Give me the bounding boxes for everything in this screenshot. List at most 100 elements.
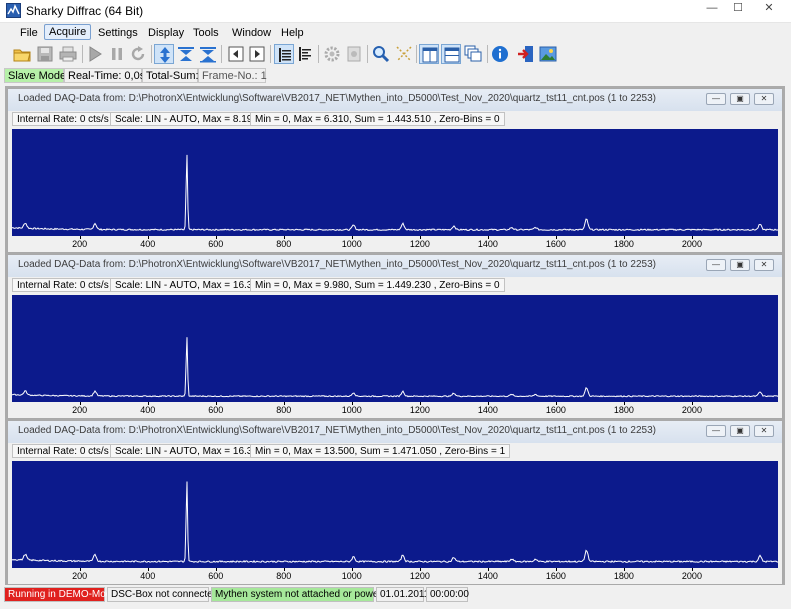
data-window-close-button[interactable]: ✕	[754, 425, 774, 437]
spectrum-trace	[12, 154, 778, 232]
x-axis-tick-label: 200	[72, 405, 88, 415]
frame-status: Frame-No.: 1	[198, 68, 267, 83]
toolbar-separator	[151, 45, 152, 63]
minimize-button[interactable]: —	[700, 0, 724, 18]
x-axis-tick-label: 1400	[477, 239, 498, 249]
x-axis-tick-label: 600	[208, 405, 224, 415]
data-window-minimize-button[interactable]: —	[706, 259, 726, 271]
menu-file[interactable]: File	[15, 26, 43, 40]
mythen-status: Mythen system not attached or powered!	[211, 587, 396, 602]
x-axis: 200 400 600 800 1000 1200 1400 1600 1800 2000	[12, 236, 778, 250]
data-window-title: Loaded DAQ-Data from: D:\PhotronX\Entwic…	[18, 425, 656, 436]
page-left-icon[interactable]	[226, 44, 246, 64]
play-icon[interactable]	[85, 44, 105, 64]
app-icon	[6, 3, 21, 18]
x-axis-tick-label: 1800	[613, 405, 634, 415]
pause-icon[interactable]	[107, 44, 127, 64]
data-window-title: Loaded DAQ-Data from: D:\PhotronX\Entwic…	[18, 259, 656, 270]
spectrum-trace	[12, 481, 778, 564]
x-axis-tick-label: 800	[276, 239, 292, 249]
scale-label: Scale: LIN - AUTO, Max = 16.384	[110, 444, 269, 458]
x-axis-tick-label: 2000	[681, 239, 702, 249]
x-axis-tick-label: 1600	[545, 405, 566, 415]
data-window-maximize-button[interactable]: ▣	[730, 425, 750, 437]
close-button[interactable]: ✕	[752, 0, 786, 18]
toolbar	[0, 42, 791, 66]
data-window-title: Loaded DAQ-Data from: D:\PhotronX\Entwic…	[18, 93, 656, 104]
status-row: Slave Mode Real-Time: 0,0s Total-Sum: Fr…	[4, 68, 787, 83]
menu-tools[interactable]: Tools	[188, 26, 224, 40]
list-lines-icon[interactable]	[274, 44, 294, 64]
x-axis-tick-label: 1800	[613, 571, 634, 581]
arrange-icon[interactable]	[176, 44, 196, 64]
internal-rate-label: Internal Rate: 0 cts/s	[12, 278, 114, 292]
data-window-maximize-button[interactable]: ▣	[730, 93, 750, 105]
split-horizontal-icon[interactable]	[441, 44, 461, 64]
title-bar: Sharky Diffrac (64 Bit) — ☐ ✕	[0, 0, 791, 23]
bottom-status-bar: Running in DEMO-Mode! DSC-Box not connec…	[4, 587, 787, 602]
x-axis-tick-label: 400	[140, 239, 156, 249]
slave-mode-status: Slave Mode	[4, 68, 66, 83]
totalsum-status: Total-Sum:	[142, 68, 199, 83]
x-axis-tick-label: 1800	[613, 239, 634, 249]
image-icon[interactable]	[538, 44, 558, 64]
x-axis-tick-label: 400	[140, 571, 156, 581]
spectrum-trace	[12, 337, 778, 398]
x-axis-tick-label: 600	[208, 239, 224, 249]
menu-bar: File Acquire Settings Display Tools Wind…	[0, 24, 791, 42]
data-window-close-button[interactable]: ✕	[754, 259, 774, 271]
data-window-minimize-button[interactable]: —	[706, 425, 726, 437]
internal-rate-label: Internal Rate: 0 cts/s	[12, 112, 114, 126]
menu-settings[interactable]: Settings	[93, 26, 143, 40]
print-icon[interactable]	[58, 44, 78, 64]
cascade-icon[interactable]	[463, 44, 483, 64]
info-icon[interactable]	[490, 44, 510, 64]
gear-alt-icon[interactable]	[344, 44, 364, 64]
data-window-3: Loaded DAQ-Data from: D:\PhotronX\Entwic…	[7, 420, 783, 585]
spectrum-plot[interactable]	[12, 295, 778, 402]
list-lines-alt-icon[interactable]	[295, 44, 315, 64]
data-window-titlebar: Loaded DAQ-Data from: D:\PhotronX\Entwic…	[8, 421, 782, 443]
x-axis-tick-label: 2000	[681, 571, 702, 581]
save-icon[interactable]	[35, 44, 55, 64]
data-window-maximize-button[interactable]: ▣	[730, 259, 750, 271]
page-right-icon[interactable]	[247, 44, 267, 64]
expand-vertical-icon[interactable]	[154, 44, 174, 64]
dsc-box-status: DSC-Box not connected!	[107, 587, 221, 602]
data-window-titlebar: Loaded DAQ-Data from: D:\PhotronX\Entwic…	[8, 89, 782, 111]
x-axis-tick-label: 800	[276, 405, 292, 415]
exit-icon[interactable]	[516, 44, 536, 64]
data-window-minimize-button[interactable]: —	[706, 93, 726, 105]
demo-mode-status: Running in DEMO-Mode!	[4, 587, 120, 602]
x-axis-tick-label: 1600	[545, 571, 566, 581]
data-window-close-button[interactable]: ✕	[754, 93, 774, 105]
menu-display[interactable]: Display	[143, 26, 189, 40]
date-status: 01.01.2011	[376, 587, 429, 602]
menu-help[interactable]: Help	[276, 26, 309, 40]
toolbar-separator	[82, 45, 83, 63]
arrange-alt-icon[interactable]	[198, 44, 218, 64]
time-status: 00:00:00	[426, 587, 469, 602]
scale-label: Scale: LIN - AUTO, Max = 8.192	[110, 112, 263, 126]
open-folder-icon[interactable]	[12, 44, 32, 64]
x-axis-tick-label: 1400	[477, 571, 498, 581]
x-axis: 200 400 600 800 1000 1200 1400 1600 1800 2000	[12, 568, 778, 582]
magnifier-icon[interactable]	[371, 44, 391, 64]
toolbar-separator	[221, 45, 222, 63]
x-axis-tick-label: 1000	[341, 571, 362, 581]
menu-window[interactable]: Window	[227, 26, 276, 40]
maximize-button[interactable]: ☐	[726, 0, 750, 18]
spectrum-plot[interactable]	[12, 461, 778, 568]
x-axis: 200 400 600 800 1000 1200 1400 1600 1800 2000	[12, 402, 778, 416]
toolbar-separator	[318, 45, 319, 63]
crosshair-icon[interactable]	[394, 44, 414, 64]
spectrum-plot[interactable]	[12, 129, 778, 236]
x-axis-tick-label: 1000	[341, 239, 362, 249]
menu-acquire[interactable]: Acquire	[44, 24, 92, 40]
split-vertical-icon[interactable]	[419, 44, 439, 64]
data-window-titlebar: Loaded DAQ-Data from: D:\PhotronX\Entwic…	[8, 255, 782, 277]
window-title: Sharky Diffrac (64 Bit)	[26, 4, 144, 18]
realtime-status: Real-Time: 0,0s	[64, 68, 145, 83]
redo-icon[interactable]	[128, 44, 148, 64]
gear-icon[interactable]	[322, 44, 342, 64]
